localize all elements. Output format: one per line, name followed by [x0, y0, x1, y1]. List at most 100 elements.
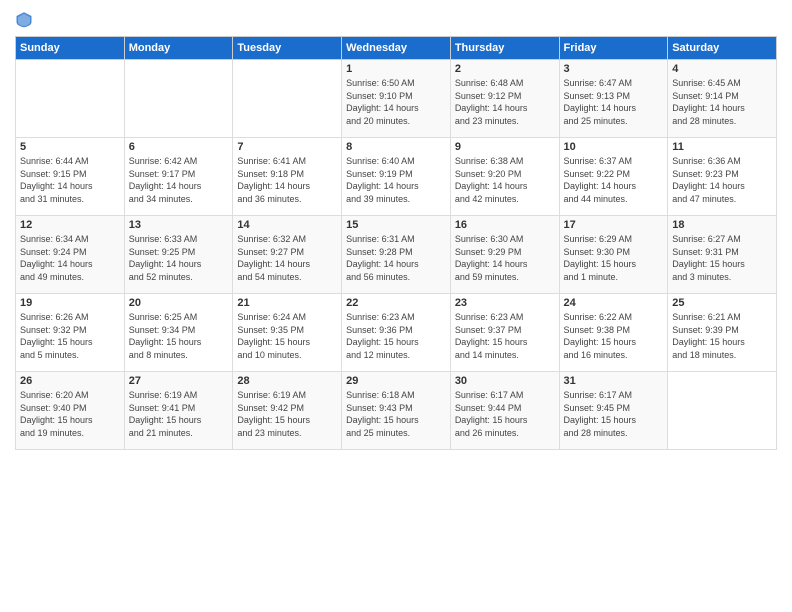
day-number: 19 [20, 297, 120, 309]
calendar-cell: 2 Sunrise: 6:48 AM Sunset: 9:12 PM Daylig… [450, 60, 559, 138]
day-number: 6 [129, 141, 229, 153]
calendar-cell: 11Sunrise: 6:36 AM Sunset: 9:23 PM Dayli… [668, 138, 777, 216]
day-info: Sunrise: 6:23 AM Sunset: 9:36 PM Dayligh… [346, 311, 446, 361]
calendar-cell: 14 Sunrise: 6:32 AM Sunset: 9:27 PM Dayli… [233, 216, 342, 294]
day-info: Sunrise: 6:38 AM Sunset: 9:20 PM Dayligh… [455, 155, 555, 205]
calendar-cell: 24 Sunrise: 6:22 AM Sunset: 9:38 PM Dayli… [559, 294, 668, 372]
days-header-row: SundayMondayTuesdayWednesdayThursdayFrid… [16, 37, 777, 60]
calendar-cell: 22 Sunrise: 6:23 AM Sunset: 9:36 PM Dayli… [342, 294, 451, 372]
day-number: 10 [564, 141, 664, 153]
day-info: Sunrise: 6:20 AM Sunset: 9:40 PM Dayligh… [20, 389, 120, 439]
day-number: 24 [564, 297, 664, 309]
day-info: Sunrise: 6:50 AM Sunset: 9:10 PM Dayligh… [346, 77, 446, 127]
day-info: Sunrise: 6:33 AM Sunset: 9:25 PM Dayligh… [129, 233, 229, 283]
week-row-1: 1 Sunrise: 6:50 AM Sunset: 9:10 PM Daylig… [16, 60, 777, 138]
day-header-friday: Friday [559, 37, 668, 60]
calendar-cell: 23Sunrise: 6:23 AM Sunset: 9:37 PM Dayli… [450, 294, 559, 372]
calendar-cell: 10 Sunrise: 6:37 AM Sunset: 9:22 PM Dayli… [559, 138, 668, 216]
day-number: 5 [20, 141, 120, 153]
day-info: Sunrise: 6:19 AM Sunset: 9:41 PM Dayligh… [129, 389, 229, 439]
day-number: 18 [672, 219, 772, 231]
day-info: Sunrise: 6:30 AM Sunset: 9:29 PM Dayligh… [455, 233, 555, 283]
day-info: Sunrise: 6:21 AM Sunset: 9:39 PM Dayligh… [672, 311, 772, 361]
day-number: 8 [346, 141, 446, 153]
calendar-cell: 9 Sunrise: 6:38 AM Sunset: 9:20 PM Daylig… [450, 138, 559, 216]
calendar-cell: 4 Sunrise: 6:45 AM Sunset: 9:14 PM Daylig… [668, 60, 777, 138]
day-number: 4 [672, 63, 772, 75]
day-info: Sunrise: 6:37 AM Sunset: 9:22 PM Dayligh… [564, 155, 664, 205]
calendar-cell: 7Sunrise: 6:41 AM Sunset: 9:18 PM Daylig… [233, 138, 342, 216]
logo-icon [15, 10, 33, 28]
day-number: 27 [129, 375, 229, 387]
day-info: Sunrise: 6:26 AM Sunset: 9:32 PM Dayligh… [20, 311, 120, 361]
day-header-monday: Monday [124, 37, 233, 60]
day-info: Sunrise: 6:48 AM Sunset: 9:12 PM Dayligh… [455, 77, 555, 127]
day-number: 20 [129, 297, 229, 309]
calendar-cell: 17Sunrise: 6:29 AM Sunset: 9:30 PM Dayli… [559, 216, 668, 294]
calendar-cell [668, 372, 777, 450]
calendar-cell: 21 Sunrise: 6:24 AM Sunset: 9:35 PM Dayli… [233, 294, 342, 372]
day-info: Sunrise: 6:22 AM Sunset: 9:38 PM Dayligh… [564, 311, 664, 361]
day-number: 30 [455, 375, 555, 387]
calendar-cell: 13 Sunrise: 6:33 AM Sunset: 9:25 PM Dayli… [124, 216, 233, 294]
day-info: Sunrise: 6:17 AM Sunset: 9:44 PM Dayligh… [455, 389, 555, 439]
day-header-tuesday: Tuesday [233, 37, 342, 60]
day-info: Sunrise: 6:19 AM Sunset: 9:42 PM Dayligh… [237, 389, 337, 439]
day-number: 15 [346, 219, 446, 231]
day-info: Sunrise: 6:29 AM Sunset: 9:30 PM Dayligh… [564, 233, 664, 283]
calendar-cell: 16 Sunrise: 6:30 AM Sunset: 9:29 PM Dayli… [450, 216, 559, 294]
day-info: Sunrise: 6:24 AM Sunset: 9:35 PM Dayligh… [237, 311, 337, 361]
calendar-cell: 30 Sunrise: 6:17 AM Sunset: 9:44 PM Dayli… [450, 372, 559, 450]
day-number: 21 [237, 297, 337, 309]
day-number: 13 [129, 219, 229, 231]
calendar-cell: 31 Sunrise: 6:17 AM Sunset: 9:45 PM Dayli… [559, 372, 668, 450]
calendar-cell: 6 Sunrise: 6:42 AM Sunset: 9:17 PM Daylig… [124, 138, 233, 216]
day-header-thursday: Thursday [450, 37, 559, 60]
calendar-cell [124, 60, 233, 138]
day-info: Sunrise: 6:18 AM Sunset: 9:43 PM Dayligh… [346, 389, 446, 439]
calendar-cell [16, 60, 125, 138]
calendar-cell: 27 Sunrise: 6:19 AM Sunset: 9:41 PM Dayli… [124, 372, 233, 450]
calendar-cell: 26 Sunrise: 6:20 AM Sunset: 9:40 PM Dayli… [16, 372, 125, 450]
day-number: 14 [237, 219, 337, 231]
day-number: 9 [455, 141, 555, 153]
calendar-cell: 3Sunrise: 6:47 AM Sunset: 9:13 PM Daylig… [559, 60, 668, 138]
day-header-saturday: Saturday [668, 37, 777, 60]
day-info: Sunrise: 6:44 AM Sunset: 9:15 PM Dayligh… [20, 155, 120, 205]
day-info: Sunrise: 6:42 AM Sunset: 9:17 PM Dayligh… [129, 155, 229, 205]
day-info: Sunrise: 6:45 AM Sunset: 9:14 PM Dayligh… [672, 77, 772, 127]
day-number: 1 [346, 63, 446, 75]
calendar-cell: 15 Sunrise: 6:31 AM Sunset: 9:28 PM Dayli… [342, 216, 451, 294]
day-number: 22 [346, 297, 446, 309]
day-info: Sunrise: 6:31 AM Sunset: 9:28 PM Dayligh… [346, 233, 446, 283]
calendar-cell: 12Sunrise: 6:34 AM Sunset: 9:24 PM Dayli… [16, 216, 125, 294]
day-number: 31 [564, 375, 664, 387]
week-row-4: 19 Sunrise: 6:26 AM Sunset: 9:32 PM Dayli… [16, 294, 777, 372]
day-number: 26 [20, 375, 120, 387]
day-info: Sunrise: 6:25 AM Sunset: 9:34 PM Dayligh… [129, 311, 229, 361]
day-info: Sunrise: 6:47 AM Sunset: 9:13 PM Dayligh… [564, 77, 664, 127]
week-row-3: 12Sunrise: 6:34 AM Sunset: 9:24 PM Dayli… [16, 216, 777, 294]
week-row-2: 5 Sunrise: 6:44 AM Sunset: 9:15 PM Daylig… [16, 138, 777, 216]
day-number: 2 [455, 63, 555, 75]
day-number: 29 [346, 375, 446, 387]
logo [15, 10, 37, 28]
day-header-wednesday: Wednesday [342, 37, 451, 60]
day-info: Sunrise: 6:17 AM Sunset: 9:45 PM Dayligh… [564, 389, 664, 439]
day-number: 28 [237, 375, 337, 387]
day-info: Sunrise: 6:36 AM Sunset: 9:23 PM Dayligh… [672, 155, 772, 205]
day-number: 16 [455, 219, 555, 231]
calendar-cell: 18Sunrise: 6:27 AM Sunset: 9:31 PM Dayli… [668, 216, 777, 294]
day-info: Sunrise: 6:41 AM Sunset: 9:18 PM Dayligh… [237, 155, 337, 205]
calendar-cell: 1 Sunrise: 6:50 AM Sunset: 9:10 PM Daylig… [342, 60, 451, 138]
calendar-cell: 28 Sunrise: 6:19 AM Sunset: 9:42 PM Dayli… [233, 372, 342, 450]
day-info: Sunrise: 6:23 AM Sunset: 9:37 PM Dayligh… [455, 311, 555, 361]
day-number: 12 [20, 219, 120, 231]
calendar-cell: 8Sunrise: 6:40 AM Sunset: 9:19 PM Daylig… [342, 138, 451, 216]
day-info: Sunrise: 6:32 AM Sunset: 9:27 PM Dayligh… [237, 233, 337, 283]
calendar-cell: 20 Sunrise: 6:25 AM Sunset: 9:34 PM Dayli… [124, 294, 233, 372]
calendar-table: SundayMondayTuesdayWednesdayThursdayFrid… [15, 36, 777, 450]
calendar-cell: 25Sunrise: 6:21 AM Sunset: 9:39 PM Dayli… [668, 294, 777, 372]
calendar-cell: 29 Sunrise: 6:18 AM Sunset: 9:43 PM Dayli… [342, 372, 451, 450]
calendar-cell: 19 Sunrise: 6:26 AM Sunset: 9:32 PM Dayli… [16, 294, 125, 372]
